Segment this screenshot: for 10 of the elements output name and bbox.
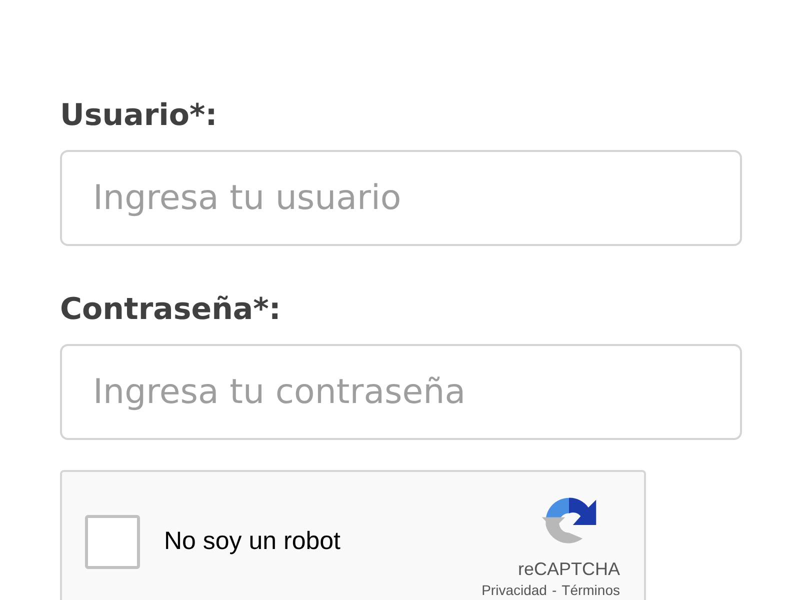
field-label: Contraseña*: [60,291,282,329]
captcha-checkbox[interactable] [85,515,140,569]
input-field[interactable]: Ingresa tu contraseña [60,344,742,440]
captcha-label: No soy un robot [164,526,340,556]
input-field[interactable]: Ingresa tu usuario [60,150,742,246]
captcha-brand: reCAPTCHA [518,558,620,580]
link-separator: - [552,581,557,599]
privacy-link[interactable]: Privacidad [482,581,547,599]
terms-link[interactable]: Términos [562,581,620,599]
field-label: Usuario*: [60,97,218,135]
